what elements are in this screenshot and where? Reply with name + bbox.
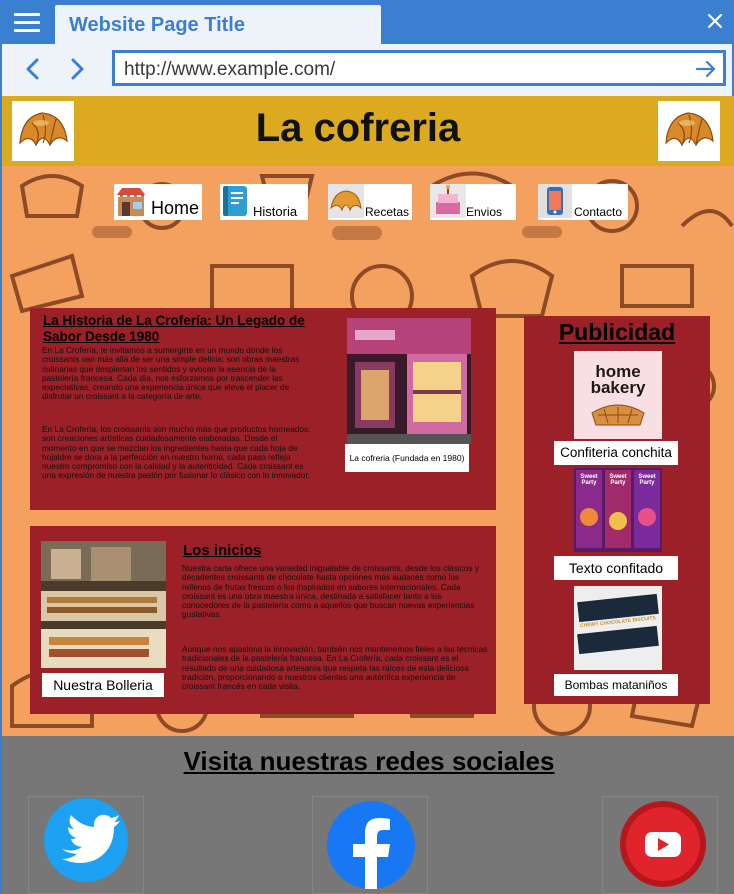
facebook-link[interactable] xyxy=(312,796,428,894)
nav-historia[interactable]: Historia xyxy=(220,184,308,220)
ad-2-image: Sweet Party Sweet Party Sweet Party xyxy=(574,468,662,552)
youtube-link[interactable] xyxy=(602,796,718,894)
ad-3-caption[interactable]: Bombas mataniños xyxy=(554,674,678,696)
go-arrow-icon[interactable] xyxy=(695,58,717,80)
ad-3-image: CHEWY CHOCOLATE BISCUITS xyxy=(574,586,662,670)
ad-1-caption[interactable]: Confiteria conchita xyxy=(554,441,678,465)
bakery-storefront-image xyxy=(347,318,471,444)
nav-home-label: Home xyxy=(151,198,200,218)
ad-1-image: home bakery xyxy=(574,351,662,439)
tab-title: Website Page Title xyxy=(69,14,245,36)
history-paragraph-2: En La Crofería, los croissants son mucho… xyxy=(42,424,311,481)
nav-envios[interactable]: Envios xyxy=(430,184,516,220)
facebook-icon xyxy=(327,801,415,889)
browser-tab[interactable]: Website Page Title xyxy=(55,5,381,44)
bakery-counter-image xyxy=(41,541,166,668)
pie-icon xyxy=(591,404,645,426)
history-section: La Historia de La Crofería: Un Legado de… xyxy=(30,308,496,510)
browser-title-bar: Website Page Title xyxy=(0,0,734,44)
ad-2-image-text-2: Sweet Party xyxy=(609,474,627,486)
url-input[interactable]: http://www.example.com/ xyxy=(112,50,726,86)
browser-navigation-bar: http://www.example.com/ xyxy=(0,44,734,96)
social-footer-title: Visita nuestras redes sociales xyxy=(183,746,555,776)
site-title: La cofreria xyxy=(255,106,461,150)
nav-contacto-label: Contacto xyxy=(574,205,623,219)
hamburger-menu-icon[interactable] xyxy=(14,13,40,33)
site-header: La cofreria xyxy=(2,96,734,166)
history-paragraph-1: En La Crofería, te invitamos a sumergirt… xyxy=(42,345,300,402)
ad-1-image-line-2: bakery xyxy=(590,378,646,397)
history-title: La Historia de La Crofería: Un Legado de… xyxy=(43,313,305,344)
ads-title: Publicidad xyxy=(558,319,676,345)
croissant-icon xyxy=(328,184,364,218)
youtube-icon xyxy=(620,801,706,887)
nav-historia-label: Historia xyxy=(253,204,298,219)
croissant-logo-right xyxy=(658,101,720,161)
social-footer: Visita nuestras redes sociales xyxy=(2,736,734,894)
ads-section: Publicidad home bakery Confiteria conchi… xyxy=(524,316,710,704)
url-text: http://www.example.com/ xyxy=(124,59,336,80)
bakery-shop-icon xyxy=(116,188,146,216)
forward-arrow-icon[interactable] xyxy=(64,56,90,82)
origins-image-caption: Nuestra Bolleria xyxy=(42,673,164,697)
nav-contacto[interactable]: Contacto xyxy=(538,184,628,220)
origins-paragraph-1: Nuestra carta ofrece una variedad inigua… xyxy=(182,563,480,620)
web-page: La cofreria Home Historia Recetas Envios… xyxy=(0,96,734,894)
close-icon[interactable] xyxy=(704,10,726,32)
ad-2-image-text-3: Sweet Party xyxy=(638,474,656,486)
cake-icon xyxy=(430,184,466,218)
origins-section: Nuestra Bolleria Los inicios Nuestra car… xyxy=(30,526,496,714)
ad-2-image-text-1: Sweet Party xyxy=(580,474,598,486)
history-image-caption: La cofreria (Fundada en 1980) xyxy=(345,444,469,472)
ad-2-caption[interactable]: Texto confitado xyxy=(554,556,678,580)
content-area: Home Historia Recetas Envios Contacto La… xyxy=(2,166,734,736)
nav-recetas-label: Recetas xyxy=(365,205,410,219)
twitter-icon xyxy=(44,798,128,882)
origins-title: Los inicios xyxy=(183,542,262,559)
back-arrow-icon[interactable] xyxy=(20,56,46,82)
twitter-link[interactable] xyxy=(28,796,144,894)
origins-paragraph-2: Aunque nos apasiona la innovación, tambi… xyxy=(182,644,488,692)
nav-home[interactable]: Home xyxy=(114,184,202,220)
nav-envios-label: Envios xyxy=(466,205,503,219)
phone-icon xyxy=(538,184,572,218)
nav-recetas[interactable]: Recetas xyxy=(328,184,412,220)
notebook-icon xyxy=(223,186,247,216)
